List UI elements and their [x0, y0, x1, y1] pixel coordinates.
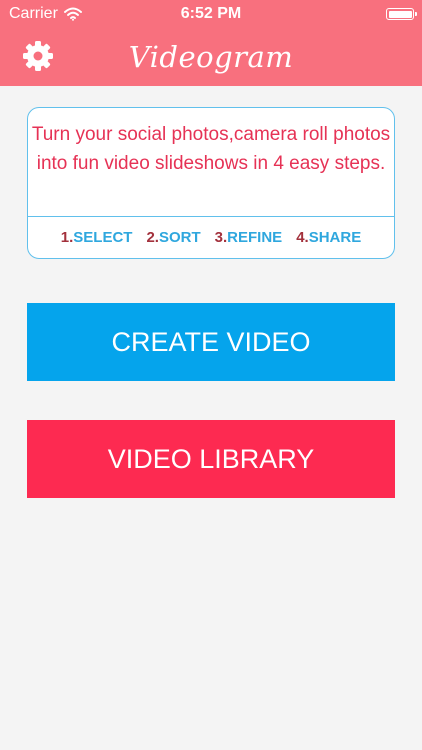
video-library-button[interactable]: VIDEO LIBRARY [27, 420, 395, 498]
step-number: 3. [214, 229, 228, 246]
step-number: 4. [296, 229, 309, 246]
step-share: 4.SHARE [296, 229, 361, 246]
steps-list: 1.SELECT 2.SORT 3.REFINE 4.SHARE [28, 229, 394, 246]
step-label: REFINE [227, 229, 283, 246]
step-number: 1. [60, 229, 74, 246]
intro-text: Turn your social photos,camera roll phot… [31, 124, 391, 174]
step-sort: 2.SORT [146, 229, 200, 246]
status-time: 6:52 PM [180, 5, 242, 22]
nav-bar: Videogram [0, 28, 422, 86]
step-select: 1.SELECT [61, 229, 133, 246]
step-label: SORT [158, 229, 201, 246]
step-number: 2. [146, 229, 159, 246]
status-bar: Carrier 6:52 PM [0, 0, 422, 28]
step-label: SELECT [73, 229, 133, 246]
info-card: Turn your social photos,camera roll phot… [27, 107, 395, 259]
battery-level [388, 10, 412, 18]
battery-icon [386, 8, 417, 20]
create-video-button[interactable]: CREATE VIDEO [27, 303, 395, 381]
step-refine: 3.REFINE [215, 229, 283, 246]
step-label: SHARE [308, 229, 362, 246]
app-title: Videogram [128, 40, 294, 74]
card-divider [28, 216, 394, 217]
